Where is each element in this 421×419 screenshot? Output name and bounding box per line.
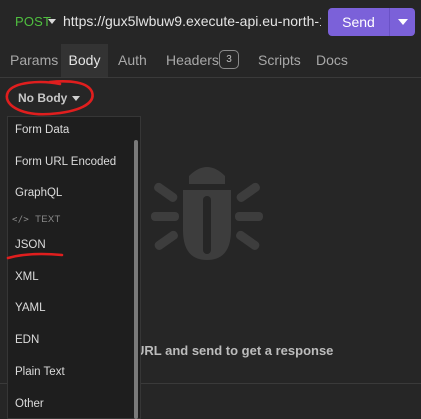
menu-item-yaml[interactable]: YAML — [15, 302, 45, 314]
menu-item-form-url-encoded[interactable]: Form URL Encoded — [15, 156, 116, 168]
bug-icon — [151, 167, 263, 260]
menu-section-label: TEXT — [35, 214, 61, 225]
body-type-chevron-down-icon[interactable] — [72, 96, 80, 101]
send-button-group: Send — [328, 8, 415, 36]
menu-item-json[interactable]: JSON — [15, 239, 46, 251]
tab-auth[interactable]: Auth — [118, 44, 147, 77]
tab-params[interactable]: Params — [10, 44, 58, 77]
body-type-dropdown[interactable]: No Body — [18, 91, 67, 105]
menu-section-text: </> TEXT — [12, 214, 61, 225]
menu-item-xml[interactable]: XML — [15, 271, 39, 283]
headers-count-badge: 3 — [219, 50, 239, 69]
code-icon: </> — [12, 215, 30, 225]
menu-item-form-data[interactable]: Form Data — [15, 124, 69, 136]
method-selector[interactable]: POST — [15, 14, 51, 29]
method-chevron-down-icon[interactable] — [48, 19, 56, 24]
tab-docs[interactable]: Docs — [316, 44, 348, 77]
menu-item-edn[interactable]: EDN — [15, 334, 39, 346]
menu-item-graphql[interactable]: GraphQL — [15, 187, 62, 199]
left-rail — [0, 116, 7, 419]
tab-scripts[interactable]: Scripts — [258, 44, 301, 77]
send-button[interactable]: Send — [328, 8, 389, 36]
url-bar: POST https://gux5lwbuw9.execute-api.eu-n… — [0, 0, 421, 44]
send-options-chevron-down-icon[interactable] — [390, 8, 415, 36]
tab-body[interactable]: Body — [61, 44, 108, 77]
response-empty-hint: URL and send to get a response — [135, 343, 334, 358]
url-input[interactable]: https://gux5lwbuw9.execute-api.eu-north-… — [63, 13, 321, 29]
request-editor: POST https://gux5lwbuw9.execute-api.eu-n… — [0, 0, 421, 419]
request-tabs: Params Body Auth Headers Scripts Docs — [0, 44, 421, 78]
menu-scrollbar-thumb[interactable] — [134, 140, 138, 419]
menu-item-plain-text[interactable]: Plain Text — [15, 366, 65, 378]
menu-item-other[interactable]: Other — [15, 398, 44, 410]
tab-headers[interactable]: Headers — [166, 44, 219, 77]
